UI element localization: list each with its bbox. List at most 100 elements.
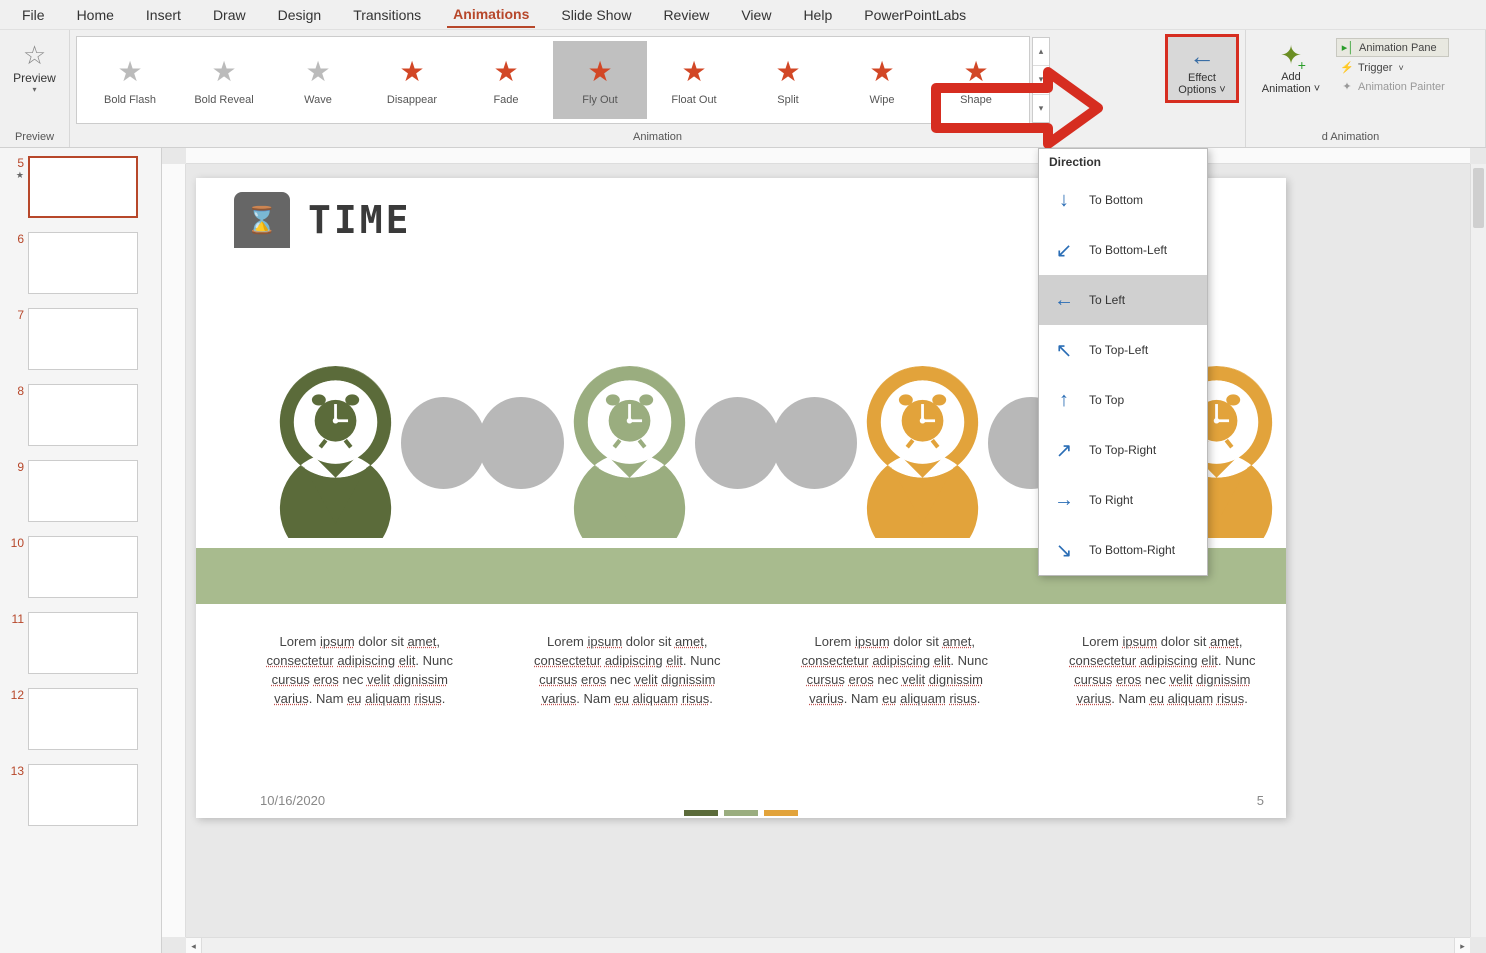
- direction-to-right[interactable]: →To Right: [1039, 475, 1207, 525]
- star-icon: ★: [963, 55, 988, 88]
- hourglass-icon: ⌛: [234, 192, 290, 248]
- circle-spacer: [478, 397, 563, 489]
- direction-to-top-right[interactable]: ↗To Top-Right: [1039, 425, 1207, 475]
- menu-tab-home[interactable]: Home: [71, 3, 120, 27]
- direction-to-top[interactable]: ↑ To Top: [1039, 375, 1207, 425]
- scroll-left-button[interactable]: ◂: [186, 938, 202, 953]
- slide-thumbnail-12[interactable]: 12: [0, 686, 161, 762]
- animation-painter-button[interactable]: ✦Animation Painter: [1336, 78, 1449, 95]
- menu-tab-powerpointlabs[interactable]: PowerPointLabs: [858, 3, 972, 27]
- animation-disappear[interactable]: ★Disappear: [365, 41, 459, 119]
- thumbnail-preview: [28, 536, 138, 598]
- thumbnail-number: 9: [8, 460, 24, 474]
- thumbnail-preview: [28, 156, 138, 218]
- arrow-icon: ←: [1051, 287, 1077, 313]
- menu-tab-design[interactable]: Design: [272, 3, 328, 27]
- slide-thumbnail-6[interactable]: 6: [0, 230, 161, 306]
- direction-to-left[interactable]: ←To Left: [1039, 275, 1207, 325]
- slide-thumbnail-5[interactable]: 5★: [0, 154, 161, 230]
- thumbnail-preview: [28, 612, 138, 674]
- thumbnail-number: 6: [8, 232, 24, 246]
- slide-thumbnail-10[interactable]: 10: [0, 534, 161, 610]
- gallery-scroll-more[interactable]: ▾: [1033, 95, 1049, 122]
- ribbon-group-advanced: ✦+ AddAnimation ˅ ▸│ Animation Pane ⚡Trig…: [1246, 30, 1486, 147]
- thumbnail-preview: [28, 384, 138, 446]
- menu-tab-draw[interactable]: Draw: [207, 3, 252, 27]
- progress-dot: [684, 810, 718, 816]
- star-icon: ★: [305, 55, 330, 88]
- menu-tab-view[interactable]: View: [735, 3, 777, 27]
- menu-tab-file[interactable]: File: [16, 3, 51, 27]
- scrollbar-handle[interactable]: [1473, 168, 1484, 228]
- direction-to-bottom[interactable]: ↓To Bottom: [1039, 175, 1207, 225]
- effect-options-button[interactable]: ← EffectOptions ˅: [1165, 34, 1239, 103]
- menu-tab-insert[interactable]: Insert: [140, 3, 187, 27]
- text-column-1: Lorem ipsum dolor sit amet, consectetur …: [256, 633, 464, 708]
- animation-label: Bold Flash: [104, 94, 156, 106]
- animation-bold-flash[interactable]: ★ Bold Flash: [83, 41, 177, 119]
- horizontal-scrollbar[interactable]: ◂ ▸: [186, 937, 1470, 953]
- workspace: 5★678910111213 ⌛ TIME Lorem ipsum dolor …: [0, 148, 1486, 953]
- map-pin-3: [853, 348, 992, 538]
- animation-label: Fly Out: [582, 94, 617, 106]
- animation-fade[interactable]: ★Fade: [459, 41, 553, 119]
- add-animation-button[interactable]: ✦+ AddAnimation ˅: [1252, 34, 1330, 95]
- animation-float-out[interactable]: ★Float Out: [647, 41, 741, 119]
- text-columns: Lorem ipsum dolor sit amet, consectetur …: [256, 633, 1266, 708]
- lightning-icon: ⚡: [1340, 61, 1354, 74]
- animation-pane-label: Animation Pane: [1359, 42, 1437, 54]
- slide-thumbnail-11[interactable]: 11: [0, 610, 161, 686]
- slide-thumbnail-13[interactable]: 13: [0, 762, 161, 838]
- animation-split[interactable]: ★Split: [741, 41, 835, 119]
- slide-thumbnail-9[interactable]: 9: [0, 458, 161, 534]
- direction-to-top-left[interactable]: ↖To Top-Left: [1039, 325, 1207, 375]
- scroll-right-button[interactable]: ▸: [1454, 938, 1470, 953]
- slide-page-number: 5: [1257, 793, 1264, 808]
- slide-thumbnail-8[interactable]: 8: [0, 382, 161, 458]
- preview-label: Preview: [13, 71, 56, 85]
- preview-button[interactable]: ☆ Preview ▾: [6, 34, 63, 94]
- effect-options-label: EffectOptions ˅: [1178, 72, 1225, 96]
- animation-shape[interactable]: ★Shape: [929, 41, 1023, 119]
- vertical-scrollbar[interactable]: [1470, 164, 1486, 937]
- direction-to-bottom-left[interactable]: ↙To Bottom-Left: [1039, 225, 1207, 275]
- ribbon: ☆ Preview ▾ Preview ★ Bold Flash ★Bold Rev…: [0, 30, 1486, 148]
- thumbnail-number: 10: [8, 536, 24, 550]
- gallery-scroll-down[interactable]: ▾: [1033, 66, 1049, 94]
- gallery-scroll[interactable]: ▴ ▾ ▾: [1032, 37, 1050, 123]
- arrow-icon: ↙: [1051, 237, 1077, 263]
- animation-fly-out[interactable]: ★Fly Out: [553, 41, 647, 119]
- progress-dot: [724, 810, 758, 816]
- menu-tab-help[interactable]: Help: [797, 3, 838, 27]
- menu-tab-transitions[interactable]: Transitions: [347, 3, 427, 27]
- arrow-icon: ↑: [1051, 387, 1077, 413]
- arrow-icon: ↖: [1051, 337, 1077, 363]
- arrow-left-icon: ←: [1189, 41, 1215, 72]
- direction-label: To Top: [1089, 393, 1124, 407]
- star-icon: ★: [117, 55, 142, 88]
- animation-painter-label: Animation Painter: [1358, 81, 1445, 93]
- animation-wave[interactable]: ★Wave: [271, 41, 365, 119]
- direction-to-bottom-right[interactable]: ↘To Bottom-Right: [1039, 525, 1207, 575]
- ribbon-group-animation: ★Bold Flash★Bold Reveal★Wave★Disappear★F…: [70, 30, 1246, 147]
- menu-tab-animations[interactable]: Animations: [447, 2, 535, 28]
- menu-tab-slide-show[interactable]: Slide Show: [555, 3, 637, 27]
- animation-pane-button[interactable]: ▸│ Animation Pane: [1336, 38, 1449, 57]
- animation-bold-reveal[interactable]: ★Bold Reveal: [177, 41, 271, 119]
- animation-label: Disappear: [387, 94, 437, 106]
- gallery-scroll-up[interactable]: ▴: [1033, 38, 1049, 66]
- thumbnail-number: 7: [8, 308, 24, 322]
- direction-menu: Direction ↓To Bottom↙To Bottom-Left←To L…: [1038, 148, 1208, 576]
- slide-thumbnail-7[interactable]: 7: [0, 306, 161, 382]
- thumbnail-panel[interactable]: 5★ 6 7 8 9 10 111213: [0, 148, 162, 953]
- direction-label: To Bottom-Right: [1089, 543, 1175, 557]
- group-label-animation: Animation: [76, 131, 1239, 145]
- text-column-3: Lorem ipsum dolor sit amet, consectetur …: [791, 633, 999, 708]
- chevron-down-icon: ▾: [32, 85, 36, 94]
- pane-icon: ▸│: [1341, 41, 1355, 54]
- animation-wipe[interactable]: ★Wipe: [835, 41, 929, 119]
- menu-tab-review[interactable]: Review: [657, 3, 715, 27]
- ruler-horizontal: [186, 148, 1470, 164]
- trigger-button[interactable]: ⚡Trigger˅: [1336, 59, 1449, 76]
- circle-spacer: [401, 397, 486, 489]
